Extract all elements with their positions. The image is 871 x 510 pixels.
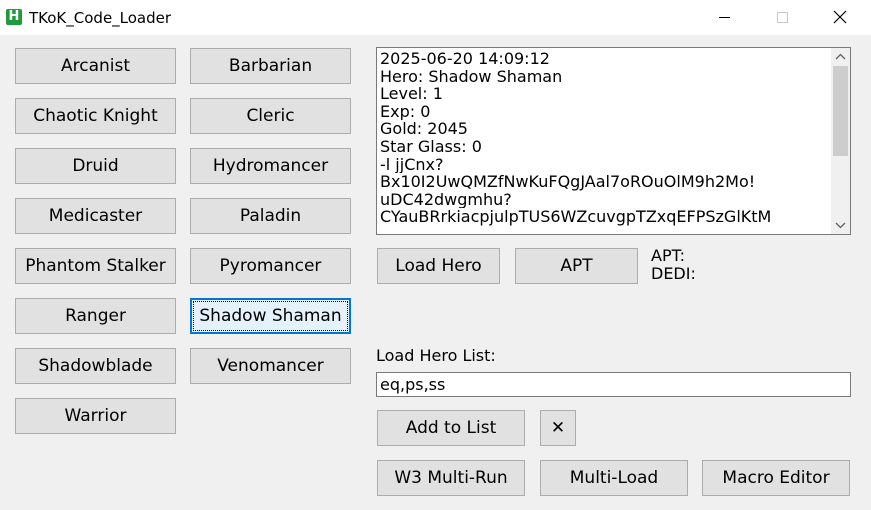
log-line: Bx10I2UwQMZfNwKuFQgJAal7oROuOlM9h2Mo! [380, 173, 756, 191]
window-title: TKoK_Code_Loader [29, 9, 172, 27]
app-window: H TKoK_Code_Loader Arcanist Barbarian Ch… [0, 0, 871, 510]
hero-button-ranger[interactable]: Ranger [15, 298, 176, 334]
scroll-thumb[interactable] [833, 66, 848, 156]
hero-button-venomancer[interactable]: Venomancer [190, 348, 351, 384]
hero-button-druid[interactable]: Druid [15, 148, 176, 184]
apt-button[interactable]: APT [515, 248, 638, 284]
log-line: 2025-06-20 14:09:12 [380, 50, 550, 68]
hero-button-phantom-stalker[interactable]: Phantom Stalker [15, 248, 176, 284]
hero-button-warrior[interactable]: Warrior [15, 398, 176, 434]
clear-list-button[interactable]: ✕ [540, 410, 576, 446]
log-scrollbar[interactable] [831, 48, 850, 234]
maximize-button[interactable] [753, 0, 811, 35]
log-line: Hero: Shadow Shaman [380, 67, 563, 86]
minimize-button[interactable] [695, 0, 753, 35]
log-line: Level: 1 [380, 85, 443, 103]
log-line: Gold: 2045 [380, 120, 468, 138]
log-line: Exp: 0 [380, 102, 431, 121]
close-button[interactable] [811, 0, 869, 35]
hero-button-shadow-shaman[interactable]: Shadow Shaman [190, 298, 351, 334]
log-lines: 2025-06-20 14:09:12 Hero: Shadow Shaman … [380, 50, 828, 226]
w3-multi-run-button[interactable]: W3 Multi-Run [377, 460, 525, 496]
multi-load-button[interactable]: Multi-Load [540, 460, 688, 496]
close-icon [833, 10, 847, 24]
hero-log-textbox[interactable]: 2025-06-20 14:09:12 Hero: Shadow Shaman … [376, 47, 851, 235]
scroll-down-arrow-icon[interactable] [831, 217, 850, 234]
hero-button-pyromancer[interactable]: Pyromancer [190, 248, 351, 284]
hero-button-medicaster[interactable]: Medicaster [15, 198, 176, 234]
log-line: Star Glass: 0 [380, 137, 482, 156]
hero-list-input[interactable] [376, 372, 851, 397]
title-bar[interactable]: H TKoK_Code_Loader [0, 0, 871, 35]
macro-editor-button[interactable]: Macro Editor [702, 460, 850, 496]
app-icon: H [6, 9, 22, 25]
log-line: CYauBRrkiacpjulpTUS6WZcuvgpTZxqEFPSzGlKt… [380, 208, 772, 226]
load-hero-button[interactable]: Load Hero [377, 248, 500, 284]
scroll-up-arrow-icon[interactable] [831, 48, 850, 65]
hero-button-barbarian[interactable]: Barbarian [190, 48, 351, 84]
log-line: uDC42dwgmhu? [380, 190, 512, 209]
hero-button-shadowblade[interactable]: Shadowblade [15, 348, 176, 384]
hero-button-chaotic-knight[interactable]: Chaotic Knight [15, 98, 176, 134]
maximize-icon [777, 12, 788, 23]
hero-button-hydromancer[interactable]: Hydromancer [190, 148, 351, 184]
minimize-icon [719, 17, 730, 18]
hero-button-cleric[interactable]: Cleric [190, 98, 351, 134]
hero-button-arcanist[interactable]: Arcanist [15, 48, 176, 84]
log-line: -l jjCnx? [380, 155, 444, 174]
add-to-list-button[interactable]: Add to List [377, 410, 525, 446]
apt-status-label: APT: [651, 246, 685, 265]
load-hero-list-label: Load Hero List: [376, 346, 496, 365]
hero-button-paladin[interactable]: Paladin [190, 198, 351, 234]
dedi-status-label: DEDI: [651, 264, 696, 283]
clear-x-icon: ✕ [550, 418, 566, 438]
